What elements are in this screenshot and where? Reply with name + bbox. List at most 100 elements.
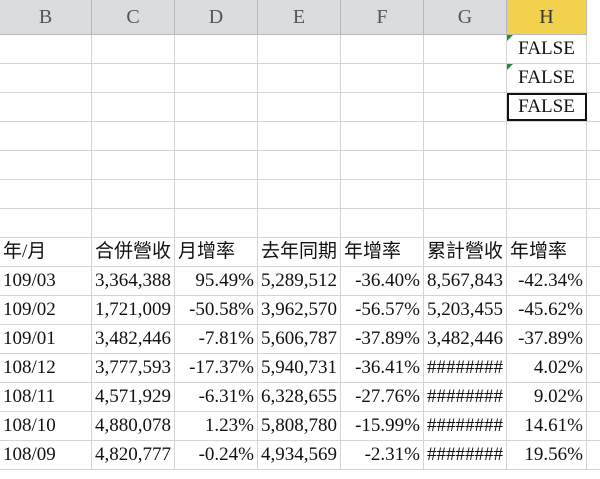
table-cell[interactable]: 1,721,009 [92,296,175,324]
table-cell[interactable]: -45.62% [507,296,587,324]
table-cell[interactable]: -7.81% [175,325,258,353]
table-cell[interactable]: 3,364,388 [92,267,175,295]
table-cell[interactable]: -36.40% [341,267,424,295]
empty-cell[interactable] [507,122,587,150]
empty-cell[interactable] [424,180,507,208]
empty-cell[interactable] [341,151,424,179]
column-header-e[interactable]: E [258,0,341,34]
table-cell[interactable]: ######## [424,354,507,382]
table-cell[interactable]: -15.99% [341,412,424,440]
table-cell[interactable]: -6.31% [175,383,258,411]
empty-cell[interactable] [0,35,92,63]
empty-cell[interactable] [424,151,507,179]
table-cell[interactable]: -37.89% [341,325,424,353]
table-cell[interactable]: 9.02% [507,383,587,411]
table-cell[interactable]: -42.34% [507,267,587,295]
table-cell[interactable]: 5,808,780 [258,412,341,440]
empty-cell[interactable] [92,35,175,63]
empty-cell[interactable] [0,64,92,92]
table-cell[interactable]: 109/02 [0,296,92,324]
table-cell[interactable]: ######## [424,441,507,469]
table-cell[interactable]: -36.41% [341,354,424,382]
empty-cell[interactable] [92,93,175,121]
column-header-g[interactable]: G [424,0,507,34]
table-cell[interactable]: 19.56% [507,441,587,469]
empty-cell[interactable] [424,35,507,63]
empty-cell[interactable] [258,64,341,92]
empty-cell[interactable] [507,151,587,179]
empty-cell[interactable] [341,209,424,237]
empty-cell[interactable] [0,209,92,237]
empty-cell[interactable] [258,180,341,208]
empty-cell[interactable] [0,151,92,179]
empty-cell[interactable] [341,180,424,208]
table-cell[interactable]: 4.02% [507,354,587,382]
header-cell[interactable]: 月增率 [175,238,258,266]
empty-cell[interactable] [341,35,424,63]
empty-cell[interactable] [424,64,507,92]
column-header-h[interactable]: H [507,0,587,34]
empty-cell[interactable] [0,180,92,208]
table-cell[interactable]: 3,482,446 [92,325,175,353]
empty-cell[interactable] [258,35,341,63]
empty-cell[interactable] [175,209,258,237]
table-cell[interactable]: 109/01 [0,325,92,353]
empty-cell[interactable] [341,122,424,150]
empty-cell[interactable] [92,122,175,150]
empty-cell[interactable] [92,64,175,92]
empty-cell[interactable] [424,93,507,121]
table-cell[interactable]: -0.24% [175,441,258,469]
table-cell[interactable]: -27.76% [341,383,424,411]
table-cell[interactable]: 8,567,843 [424,267,507,295]
empty-cell[interactable] [92,151,175,179]
table-cell[interactable]: 14.61% [507,412,587,440]
empty-cell[interactable] [424,122,507,150]
empty-cell[interactable] [424,209,507,237]
empty-cell[interactable] [92,209,175,237]
empty-cell[interactable] [175,151,258,179]
empty-cell[interactable] [175,93,258,121]
empty-cell[interactable] [175,122,258,150]
table-cell[interactable]: 108/10 [0,412,92,440]
table-cell[interactable]: 3,962,570 [258,296,341,324]
empty-cell[interactable] [175,35,258,63]
empty-cell[interactable] [341,93,424,121]
column-header-d[interactable]: D [175,0,258,34]
table-cell[interactable]: 4,571,929 [92,383,175,411]
table-cell[interactable]: -50.58% [175,296,258,324]
table-cell[interactable]: 3,777,593 [92,354,175,382]
table-cell[interactable]: -17.37% [175,354,258,382]
empty-cell[interactable] [258,122,341,150]
table-cell[interactable]: 5,940,731 [258,354,341,382]
table-cell[interactable]: 4,934,569 [258,441,341,469]
table-cell[interactable]: 3,482,446 [424,325,507,353]
table-cell[interactable]: 5,606,787 [258,325,341,353]
cell-h-false[interactable]: FALSE [507,35,587,63]
header-cell[interactable]: 去年同期 [258,238,341,266]
cell-h-false[interactable]: FALSE [507,64,587,92]
header-cell[interactable]: 年/月 [0,238,92,266]
column-header-b[interactable]: B [0,0,92,34]
table-cell[interactable]: 5,289,512 [258,267,341,295]
table-cell[interactable]: 108/12 [0,354,92,382]
empty-cell[interactable] [0,122,92,150]
empty-cell[interactable] [175,64,258,92]
empty-cell[interactable] [258,151,341,179]
table-cell[interactable]: ######## [424,412,507,440]
table-cell[interactable]: -2.31% [341,441,424,469]
empty-cell[interactable] [175,180,258,208]
header-cell[interactable]: 年增率 [341,238,424,266]
table-cell[interactable]: -56.57% [341,296,424,324]
empty-cell[interactable] [0,93,92,121]
cell-h-false[interactable]: FALSE [507,93,587,121]
header-cell[interactable]: 年增率 [507,238,587,266]
empty-cell[interactable] [258,93,341,121]
table-cell[interactable]: 108/11 [0,383,92,411]
table-cell[interactable]: 5,203,455 [424,296,507,324]
empty-cell[interactable] [507,180,587,208]
table-cell[interactable]: 109/03 [0,267,92,295]
empty-cell[interactable] [92,180,175,208]
table-cell[interactable]: 6,328,655 [258,383,341,411]
table-cell[interactable]: 108/09 [0,441,92,469]
table-cell[interactable]: ######## [424,383,507,411]
